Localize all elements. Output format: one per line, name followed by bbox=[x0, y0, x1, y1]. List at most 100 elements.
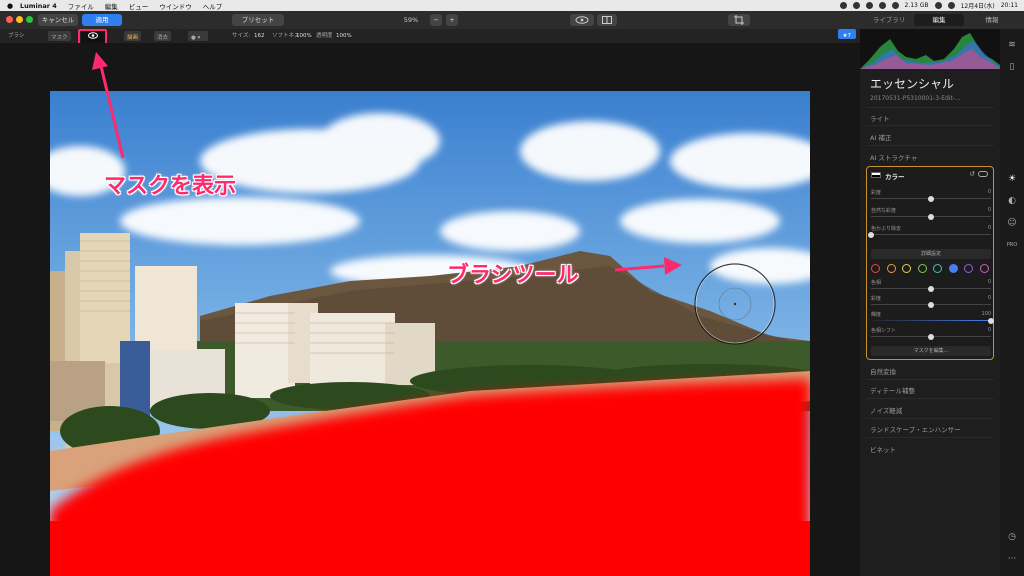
slider-hue-shift[interactable]: 色相シフト 0 bbox=[871, 327, 991, 343]
slider-hue[interactable]: 色相 0 bbox=[871, 279, 991, 295]
slider-luminance[interactable]: 輝度 100 bbox=[871, 311, 994, 327]
menubar-date[interactable]: 12月4日(水) bbox=[961, 1, 995, 10]
slider-knob[interactable] bbox=[868, 231, 874, 238]
tool-light[interactable]: ライト bbox=[870, 113, 890, 123]
color-swatch[interactable] bbox=[886, 264, 896, 273]
toggle-icon[interactable] bbox=[978, 171, 988, 177]
essentials-sun-icon[interactable]: ☀ bbox=[1006, 173, 1018, 185]
status-icon[interactable] bbox=[878, 2, 886, 9]
reset-icon[interactable]: ↺ bbox=[969, 170, 975, 178]
menu-help[interactable]: ヘルプ bbox=[203, 1, 223, 11]
canvas-area[interactable] bbox=[0, 43, 860, 576]
advanced-settings-button[interactable]: 詳細設定 bbox=[871, 249, 991, 259]
photo-canvas[interactable] bbox=[50, 91, 810, 576]
more-icon[interactable]: ··· bbox=[1006, 553, 1018, 565]
tool-natural-transform[interactable]: 自然変換 bbox=[870, 366, 896, 376]
color-swatch[interactable] bbox=[979, 264, 989, 273]
slider-knob[interactable] bbox=[928, 285, 934, 292]
preview-eye-button[interactable] bbox=[570, 14, 594, 26]
color-tool-title[interactable]: カラー bbox=[885, 171, 905, 181]
slider-value: 0 bbox=[987, 207, 991, 213]
close-button[interactable] bbox=[6, 16, 13, 23]
crop-button[interactable] bbox=[728, 14, 750, 26]
slider-knob[interactable] bbox=[928, 213, 934, 220]
slider-value: 0 bbox=[987, 225, 991, 231]
paint-mode-button[interactable]: 描画 bbox=[124, 31, 142, 41]
tab-info[interactable]: 情報 bbox=[966, 14, 1018, 26]
tool-detail-enhancer[interactable]: ディテール補整 bbox=[870, 385, 915, 395]
divider bbox=[866, 145, 994, 146]
menu-window[interactable]: ウインドウ bbox=[159, 1, 192, 11]
menu-file[interactable]: ファイル bbox=[68, 1, 94, 11]
color-swatch[interactable] bbox=[964, 264, 973, 273]
slider-label: 自然な彩度 bbox=[871, 208, 897, 214]
slider-knob[interactable] bbox=[928, 333, 934, 340]
annotation-brush-tool: ブラシツール bbox=[447, 263, 579, 288]
tool-vignette[interactable]: ビネット bbox=[870, 444, 896, 454]
portrait-face-icon[interactable]: ☺ bbox=[1006, 217, 1018, 229]
tool-ai-enhance[interactable]: AI 補正 bbox=[870, 132, 891, 142]
status-icon[interactable] bbox=[852, 2, 860, 9]
creative-palette-icon[interactable]: ◐ bbox=[1006, 195, 1018, 207]
status-icon[interactable] bbox=[865, 2, 873, 9]
layers-icon[interactable]: ≋ bbox=[1006, 39, 1018, 51]
menubar-time[interactable]: 20:11 bbox=[1001, 2, 1018, 9]
status-icon[interactable] bbox=[839, 2, 847, 9]
apple-icon[interactable]: ● bbox=[0, 2, 20, 10]
opacity-value[interactable]: 100% bbox=[336, 29, 352, 43]
storage-indicator[interactable]: 2.13 GB bbox=[905, 2, 929, 9]
zoom-in-button[interactable]: + bbox=[446, 14, 458, 26]
zoom-window-button[interactable] bbox=[26, 16, 33, 23]
tool-ai-structure[interactable]: AI ストラクチャ bbox=[870, 152, 917, 162]
status-icon[interactable] bbox=[891, 2, 899, 9]
slider-knob[interactable] bbox=[988, 317, 994, 324]
compare-button[interactable] bbox=[597, 14, 617, 26]
slider-track[interactable] bbox=[871, 234, 991, 235]
mask-dropdown[interactable]: マスク bbox=[48, 31, 71, 41]
cancel-button[interactable]: キャンセル bbox=[38, 14, 78, 26]
menu-app[interactable]: Luminar 4 bbox=[20, 2, 57, 10]
menu-edit[interactable]: 編集 bbox=[105, 1, 118, 11]
color-swatch[interactable] bbox=[917, 264, 927, 273]
presets-button[interactable]: プリセット bbox=[232, 14, 284, 26]
color-swatch[interactable] bbox=[948, 264, 958, 273]
apply-button[interactable]: 適用 bbox=[82, 14, 122, 26]
color-swatch[interactable] bbox=[902, 264, 911, 273]
tab-library[interactable]: ライブラリ bbox=[864, 14, 914, 26]
slider-label: 彩度 bbox=[871, 296, 882, 302]
tool-denoise[interactable]: ノイズ軽減 bbox=[870, 405, 902, 415]
slider-vibrance[interactable]: 自然な彩度 0 bbox=[871, 207, 991, 223]
slider-color-saturation[interactable]: 彩度 0 bbox=[871, 295, 991, 311]
battery-icon[interactable] bbox=[947, 2, 955, 9]
wifi-icon[interactable] bbox=[934, 2, 942, 9]
color-swatch[interactable] bbox=[871, 264, 880, 273]
photo-image[interactable] bbox=[50, 91, 810, 576]
softness-value[interactable]: 100% bbox=[296, 29, 312, 43]
slider-remove-cast[interactable]: 色かぶり除去 0 bbox=[868, 225, 991, 241]
tab-edit[interactable]: 編集 bbox=[914, 14, 964, 26]
status-area: 2.13 GB 12月4日(水) 20:11 bbox=[839, 0, 1018, 11]
color-swatch[interactable] bbox=[933, 264, 942, 273]
divider bbox=[866, 107, 994, 108]
minimize-button[interactable] bbox=[16, 16, 23, 23]
brush-dropdown[interactable]: ● ▾ bbox=[188, 31, 208, 41]
canvas-icon[interactable]: ▯ bbox=[1006, 61, 1018, 73]
divider bbox=[866, 437, 994, 438]
zoom-level[interactable]: 59% bbox=[396, 14, 426, 26]
tool-category-strip: ≋ ▯ ☀ ◐ ☺ PRO ◷ ··· bbox=[1000, 29, 1024, 576]
edit-mask-button[interactable]: マスクを編集... bbox=[871, 346, 991, 356]
menu-view[interactable]: ビュー bbox=[129, 1, 149, 11]
erase-mode-button[interactable]: 消去 bbox=[154, 31, 172, 41]
rating-button[interactable]: ★7 bbox=[837, 29, 856, 39]
slider-value: 100 bbox=[981, 311, 991, 317]
histogram bbox=[860, 29, 1000, 69]
pro-icon[interactable]: PRO bbox=[1006, 239, 1018, 251]
slider-track[interactable] bbox=[871, 320, 991, 321]
slider-knob[interactable] bbox=[928, 195, 934, 202]
slider-saturation[interactable]: 彩度 0 bbox=[871, 189, 991, 205]
tool-landscape-enhancer[interactable]: ランドスケープ・エンハンサー bbox=[870, 424, 961, 434]
zoom-out-button[interactable]: − bbox=[430, 14, 442, 26]
size-value[interactable]: 162 bbox=[254, 29, 265, 43]
history-clock-icon[interactable]: ◷ bbox=[1006, 531, 1018, 543]
slider-knob[interactable] bbox=[928, 301, 934, 308]
